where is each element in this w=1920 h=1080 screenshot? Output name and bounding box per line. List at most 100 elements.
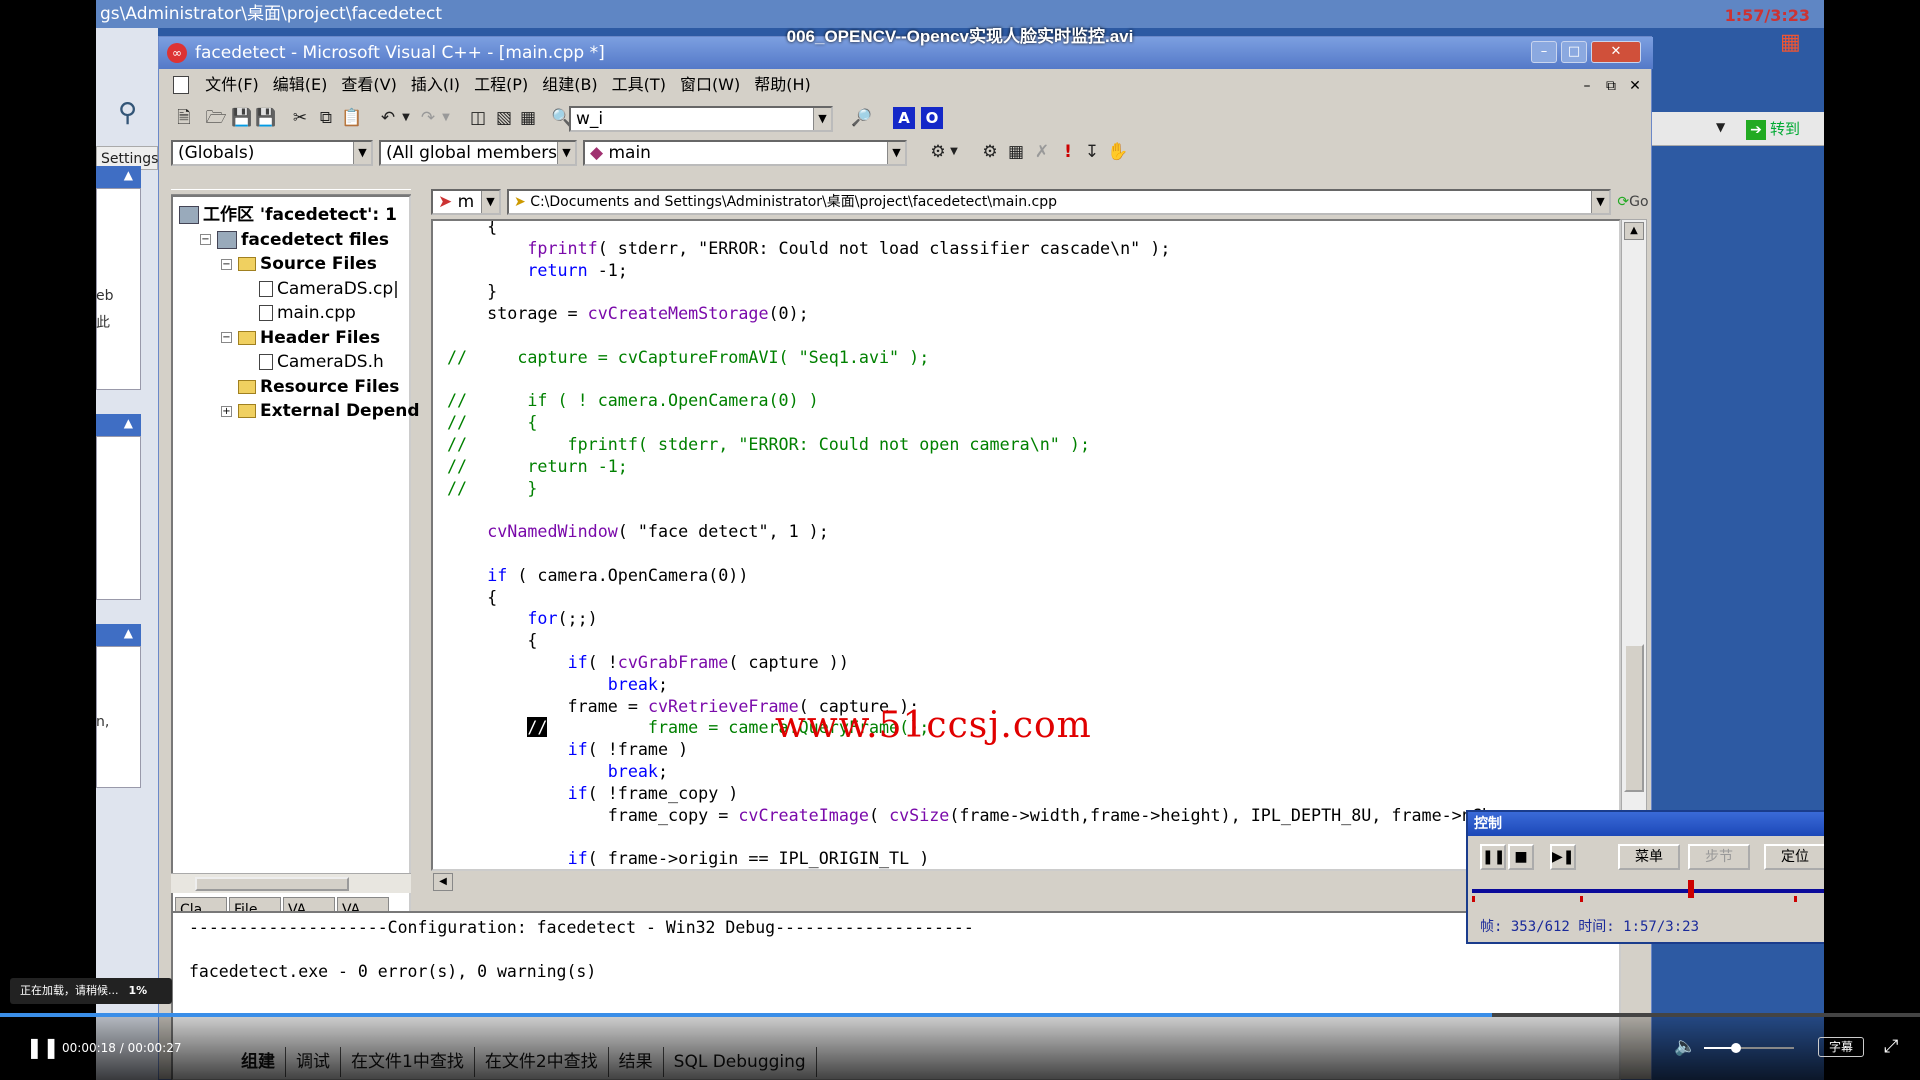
cut-icon[interactable]: ✂: [289, 107, 311, 129]
editor-vscroll[interactable]: ▲: [1621, 219, 1647, 871]
panel-header[interactable]: ▲: [96, 624, 141, 646]
save-all-icon[interactable]: 💾: [255, 107, 277, 129]
code-editor[interactable]: { fprintf( stderr, "ERROR: Could not loa…: [431, 219, 1621, 871]
play-pause-button[interactable]: ❚❚: [26, 1036, 60, 1058]
tree-item[interactable]: main.cpp: [179, 301, 420, 326]
chevron-down-icon[interactable]: ▼: [481, 191, 499, 213]
save-icon[interactable]: 💾: [231, 107, 253, 129]
tree-item[interactable]: 工作区 'facedetect': 1: [179, 203, 420, 228]
expand-toggle-icon[interactable]: −: [221, 258, 232, 270]
chevron-down-icon[interactable]: ▼: [1591, 191, 1609, 213]
build-icon[interactable]: ▦: [1005, 141, 1027, 163]
volume-slider[interactable]: [1704, 1043, 1794, 1053]
menu-item[interactable]: 查看(V): [334, 71, 403, 99]
chevron-down-icon[interactable]: ▼: [943, 141, 965, 163]
menu-item[interactable]: 编辑(E): [266, 71, 335, 99]
scroll-thumb[interactable]: [1624, 644, 1644, 792]
o-button[interactable]: O: [921, 107, 943, 129]
menu-item[interactable]: 文件(F): [198, 71, 266, 99]
menu-item[interactable]: 窗口(W): [673, 71, 747, 99]
tree-item[interactable]: CameraDS.h: [179, 350, 420, 375]
output-window-icon[interactable]: ▧: [493, 107, 515, 129]
menu-item[interactable]: 工具(T): [605, 71, 673, 99]
control-seek-track[interactable]: [1472, 889, 1824, 893]
compile-icon[interactable]: ⚙: [979, 141, 1001, 163]
video-frame: gs\Administrator\桌面\project\facedetect 1:…: [96, 0, 1824, 1080]
mdi-close-button[interactable]: ✕: [1625, 77, 1645, 95]
chevron-down-icon[interactable]: ▼: [557, 142, 575, 164]
mdi-restore-button[interactable]: ⧉: [1601, 77, 1621, 95]
chevron-down-icon[interactable]: ▼: [353, 142, 371, 164]
function-icon: ◆: [590, 143, 604, 163]
tree-item[interactable]: CameraDS.cp|: [179, 277, 420, 302]
workspace-icon[interactable]: ◫: [467, 107, 489, 129]
stop-button[interactable]: ■: [1508, 844, 1534, 870]
menu-item[interactable]: 插入(I): [404, 71, 467, 99]
chevron-down-icon[interactable]: ▼: [887, 142, 905, 164]
function-combo[interactable]: ◆ main ▼: [583, 140, 907, 166]
chevron-down-icon[interactable]: ▼: [813, 108, 831, 130]
new-file-icon[interactable]: 🗎: [173, 107, 195, 129]
scope-combo[interactable]: (Globals) ▼: [171, 140, 373, 166]
control-seek-knob[interactable]: [1687, 880, 1694, 898]
scroll-thumb[interactable]: [195, 877, 349, 891]
locate-button[interactable]: 定位: [1764, 844, 1824, 870]
find-combo[interactable]: w_i ▼: [569, 106, 833, 132]
tree-item[interactable]: − facedetect files: [179, 228, 420, 253]
wizard-toolbar: (Globals) ▼ (All global members ▼ ◆ main ▼ …: [159, 135, 1653, 169]
expand-toggle-icon[interactable]: −: [200, 234, 211, 245]
scroll-left-arrow[interactable]: ◀: [433, 873, 453, 891]
workspace-hscroll[interactable]: [171, 873, 411, 893]
menu-button[interactable]: 菜单: [1618, 844, 1680, 870]
chevron-down-icon[interactable]: ▼: [435, 107, 457, 129]
a-button[interactable]: A: [893, 107, 915, 129]
volume-icon[interactable]: 🔈: [1674, 1036, 1696, 1057]
go-button[interactable]: ⟳Go: [1615, 191, 1651, 213]
watermark: www.51ccsj.com: [775, 705, 1092, 746]
panel-header[interactable]: ▲: [96, 166, 141, 188]
execute-icon[interactable]: !: [1057, 141, 1079, 163]
menu-bar: 文件(F) 编辑(E) 查看(V) 插入(I) 工程(P) 组建(B) 工具(T) 窗口(W)…: [159, 71, 1653, 99]
mdi-minimize-button[interactable]: –: [1577, 77, 1597, 95]
file-icon: [259, 305, 273, 321]
panel-header[interactable]: ▲: [96, 414, 141, 436]
paste-icon[interactable]: 📋: [341, 107, 363, 129]
tree-item-label: Source Files: [260, 254, 377, 274]
tree-item[interactable]: − Header Files: [179, 326, 420, 351]
pause-button[interactable]: ❚❚: [1480, 844, 1506, 870]
control-title: 控制: [1468, 812, 1824, 836]
arrow-icon: ➤: [438, 192, 453, 212]
scroll-up-arrow[interactable]: ▲: [1624, 222, 1644, 240]
chevron-down-icon[interactable]: ▼: [395, 107, 417, 129]
tree-item[interactable]: Resource Files: [179, 375, 420, 400]
menu-item[interactable]: 工程(P): [467, 71, 535, 99]
volume-knob[interactable]: [1730, 1043, 1741, 1053]
expand-toggle-icon[interactable]: −: [221, 332, 232, 343]
tree-item[interactable]: − Source Files: [179, 252, 420, 277]
copy-icon[interactable]: ⧉: [315, 107, 337, 129]
code-text[interactable]: { fprintf( stderr, "ERROR: Could not loa…: [447, 221, 1532, 869]
expand-toggle-icon[interactable]: +: [221, 405, 232, 417]
step-into-icon[interactable]: ↧: [1081, 141, 1103, 163]
bookmark-combo[interactable]: ➤ m ▼: [431, 189, 501, 215]
file-path-combo[interactable]: ➤ C:\Documents and Settings\Administrato…: [507, 189, 1611, 215]
breakpoint-hand-icon[interactable]: ✋: [1107, 141, 1129, 163]
menu-item[interactable]: 组建(B): [535, 71, 604, 99]
step-button[interactable]: 步节: [1688, 844, 1750, 870]
tree-item-label: Resource Files: [260, 376, 400, 397]
exit-fullscreen-icon[interactable]: ⤢: [1884, 1036, 1898, 1057]
editor-hscroll[interactable]: ◀: [431, 871, 1621, 893]
menu-item[interactable]: 帮助(H): [747, 71, 818, 99]
subtitle-button[interactable]: 字幕: [1818, 1037, 1864, 1057]
frame-info: 帧: 353/612 时间: 1:57/3:23: [1480, 919, 1700, 935]
chevron-down-icon[interactable]: ▼: [1716, 120, 1725, 134]
player-control-panel: 控制 ✕ ❚❚ ■ ▶❚ 菜单 步节 定位 帧: 353/612 时间: 1:5…: [1466, 810, 1824, 944]
goto-button[interactable]: ➔ 转到: [1746, 116, 1818, 142]
find-icon[interactable]: 🔎: [851, 107, 873, 129]
window-list-icon[interactable]: ▦: [517, 107, 539, 129]
next-frame-button[interactable]: ▶❚: [1550, 844, 1576, 870]
members-combo[interactable]: (All global members ▼: [379, 140, 577, 166]
tree-item[interactable]: + External Depend: [179, 399, 420, 424]
stop-build-icon[interactable]: ✗: [1031, 141, 1053, 163]
open-folder-icon[interactable]: 🗁: [205, 107, 227, 129]
